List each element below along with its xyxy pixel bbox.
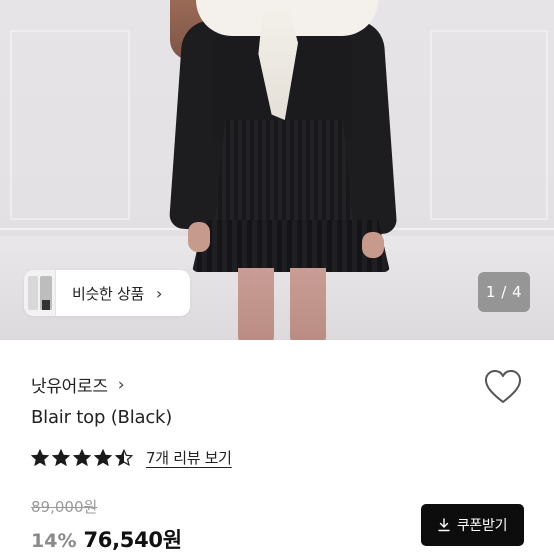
- star-icon: [115, 448, 133, 466]
- download-icon: [438, 518, 450, 532]
- model-leg: [290, 268, 326, 340]
- chevron-right-icon: ›: [117, 374, 125, 395]
- model-hand: [188, 222, 210, 252]
- star-icon: [73, 448, 91, 466]
- wall-panel: [10, 30, 130, 220]
- discount-rate: 14%: [31, 530, 77, 552]
- price-row: 14% 76,540원: [31, 524, 182, 554]
- chevron-right-icon: ›: [155, 283, 163, 303]
- star-icon: [31, 448, 49, 466]
- similar-products-button[interactable]: 비슷한 상품 ›: [24, 270, 190, 316]
- model-skirt-lower: [192, 220, 390, 272]
- product-title: Blair top (Black): [31, 407, 173, 428]
- wall-panel: [430, 30, 548, 220]
- model-skirt-upper: [214, 120, 354, 230]
- coupon-label: 쿠폰받기: [456, 518, 508, 534]
- similar-products-label: 비슷한 상품: [72, 284, 144, 303]
- reviews-link[interactable]: 7개 리뷰 보기: [146, 447, 232, 468]
- star-rating: [31, 448, 136, 467]
- similar-products-thumbnail: [24, 270, 56, 316]
- image-page-counter: 1 / 4: [478, 272, 530, 312]
- sale-price: 76,540원: [83, 528, 182, 552]
- thumbnail-image: [28, 276, 38, 310]
- heart-outline-icon[interactable]: [484, 369, 522, 405]
- model-hand: [362, 232, 384, 258]
- product-image-carousel[interactable]: 비슷한 상품 › 1 / 4: [0, 0, 554, 340]
- thumbnail-image: [42, 300, 50, 310]
- star-icon: [52, 448, 70, 466]
- original-price: 89,000원: [31, 498, 98, 516]
- star-icon: [94, 448, 112, 466]
- brand-link[interactable]: 낫유어로즈 ›: [31, 372, 125, 398]
- model-leg: [238, 268, 274, 340]
- brand-name: 낫유어로즈: [31, 377, 108, 397]
- coupon-download-button[interactable]: 쿠폰받기: [421, 504, 524, 546]
- rating-row: 7개 리뷰 보기: [31, 447, 232, 468]
